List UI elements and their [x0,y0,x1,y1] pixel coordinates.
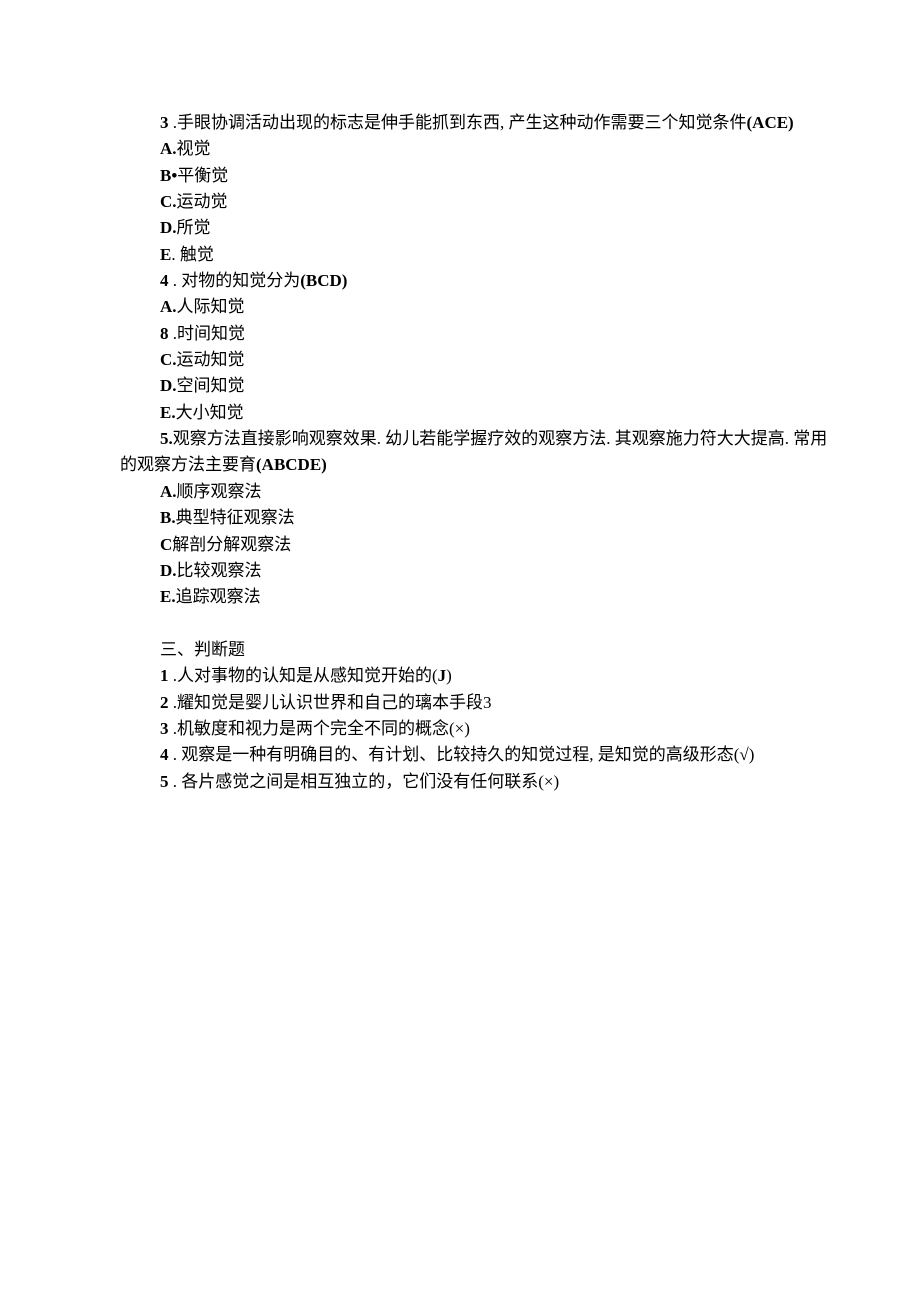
q5-option-c: C解剖分解观察法 [0,532,920,558]
q3-number: 3 [160,113,169,132]
q5-option-e: E.追踪观察法 [0,584,920,610]
q3-option-a: A.视觉 [0,136,920,162]
q3-a-label: A. [160,139,177,158]
q4-c-label: C. [160,350,177,369]
q4-option-c: C.运动知觉 [0,347,920,373]
q4-number: 4 [160,271,169,290]
q3-e-label: E [160,245,171,264]
judge-5: 5 . 各片感觉之间是相互独立的，它们没有任何联系(×) [0,769,920,795]
q5-b-text: 典型特征观察法 [176,508,295,527]
q4-a-label: A. [160,297,177,316]
q3-option-e: E. 触觉 [0,242,920,268]
judge-3: 3 .机敏度和视力是两个完全不同的概念(×) [0,716,920,742]
q4-d-label: D. [160,376,177,395]
q3-option-b: B•平衡觉 [0,163,920,189]
q3-c-text: 运动觉 [177,192,228,211]
q4-a-text: 人际知觉 [177,297,245,316]
q5-d-label: D. [160,561,177,580]
q5-text-line1: 观察方法直接影响观察效果. 幼儿若能学握疗效的观察方法. 其观察施力符大大提高.… [173,429,828,448]
q5-e-label: E. [160,587,176,606]
q5-c-text: 解剖分解观察法 [172,535,291,554]
q5-number: 5. [160,429,173,448]
document-page: 3 .手眼协调活动出现的标志是伸手能抓到东西, 产生这种动作需要三个知觉条件(A… [0,0,920,795]
q4-d-text: 空间知觉 [177,376,245,395]
q5-c-label: C [160,535,172,554]
q5-option-b: B.典型特征观察法 [0,505,920,531]
q5-stem-line2: 的观察方法主要育(ABCDE) [0,452,920,478]
j3-number: 3 [160,719,169,738]
q3-option-c: C.运动觉 [0,189,920,215]
j1-text: .人对事物的认知是从感知觉开始的 [169,666,433,685]
q3-d-text: 所觉 [177,218,211,237]
q5-d-text: 比较观察法 [177,561,262,580]
q5-a-text: 顺序观察法 [177,482,262,501]
q4-stem: 4 . 对物的知觉分为(BCD) [0,268,920,294]
j1-number: 1 [160,666,169,685]
q4-option-a: A.人际知觉 [0,294,920,320]
q4-option-b: 8 .时间知觉 [0,321,920,347]
section3-title: 三、判断题 [0,637,920,663]
judge-4: 4 . 观察是一种有明确目的、有计划、比较持久的知觉过程, 是知觉的高级形态(√… [0,742,920,768]
q4-b-text: .时间知觉 [169,324,246,343]
judge-2: 2 .耀知觉是婴儿认识世界和自己的璃本手段3 [0,690,920,716]
j3-text: .机敏度和视力是两个完全不同的概念(×) [169,719,470,738]
q3-stem: 3 .手眼协调活动出现的标志是伸手能抓到东西, 产生这种动作需要三个知觉条件(A… [0,110,920,136]
j1-answer-close: ) [446,666,452,685]
q4-option-e: E.大小知觉 [0,400,920,426]
j2-text: .耀知觉是婴儿认识世界和自己的璃本手段3 [169,693,492,712]
j4-text: . 观察是一种有明确目的、有计划、比较持久的知觉过程, 是知觉的高级形态(√) [169,745,755,764]
q3-text: .手眼协调活动出现的标志是伸手能抓到东西, 产生这种动作需要三个知觉条件 [169,113,747,132]
q3-a-text: 视觉 [177,139,211,158]
q5-a-label: A. [160,482,177,501]
q3-answer: (ACE) [747,113,794,132]
q3-e-text: . 触觉 [171,245,214,264]
q5-e-text: 追踪观察法 [176,587,261,606]
q5-option-d: D.比较观察法 [0,558,920,584]
q3-b-text: 平衡觉 [177,166,228,185]
q5-answer: (ABCDE) [256,455,327,474]
q4-e-text: 大小知觉 [176,403,244,422]
j4-number: 4 [160,745,169,764]
judge-1: 1 .人对事物的认知是从感知觉开始的(J) [0,663,920,689]
q3-option-d: D.所觉 [0,215,920,241]
j5-number: 5 [160,772,169,791]
q3-b-label: B• [160,166,177,185]
q4-b-label: 8 [160,324,169,343]
q3-d-label: D. [160,218,177,237]
j1-ans-letter: J [438,666,447,685]
q5-text-line2: 的观察方法主要育 [120,455,256,474]
q4-c-text: 运动知觉 [177,350,245,369]
blank-line [0,611,920,637]
q5-stem-line1: 5.观察方法直接影响观察效果. 幼儿若能学握疗效的观察方法. 其观察施力符大大提… [0,426,920,452]
q4-text: . 对物的知觉分为 [169,271,301,290]
j2-number: 2 [160,693,169,712]
q4-answer: (BCD) [300,271,347,290]
q4-option-d: D.空间知觉 [0,373,920,399]
j5-text: . 各片感觉之间是相互独立的，它们没有任何联系(×) [169,772,560,791]
q5-option-a: A.顺序观察法 [0,479,920,505]
q4-e-label: E. [160,403,176,422]
q3-c-label: C. [160,192,177,211]
q5-b-label: B. [160,508,176,527]
